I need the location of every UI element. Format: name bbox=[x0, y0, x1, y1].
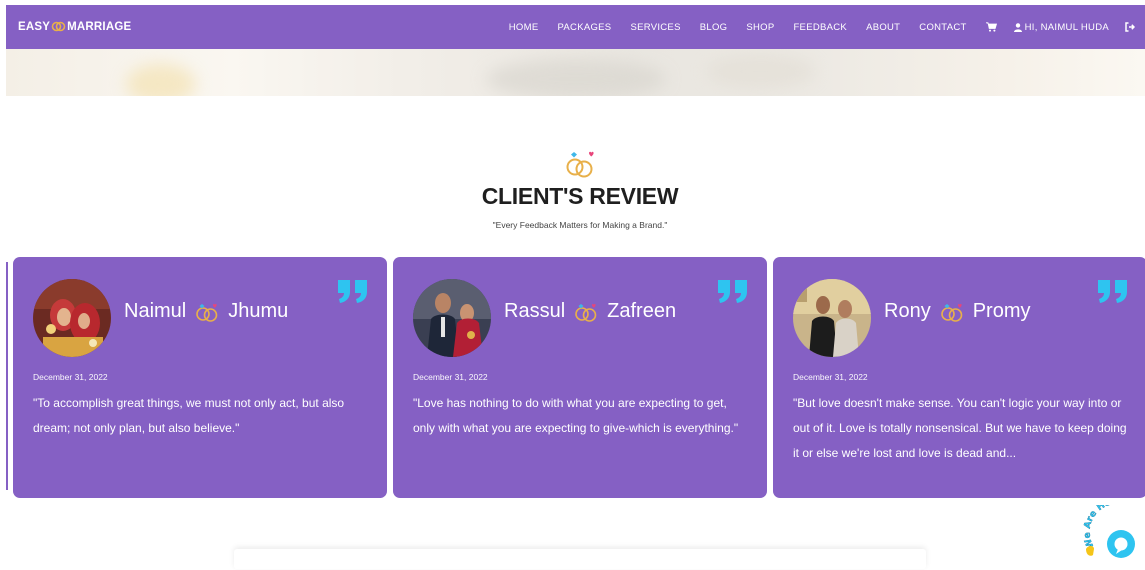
review-text: "Love has nothing to do with what you ar… bbox=[413, 396, 739, 435]
top-navbar: EASY MARRIAGE HOME PACKAGES SERVICES BLO… bbox=[6, 5, 1145, 49]
user-greeting: HI, NAIMUL HUDA bbox=[1024, 21, 1109, 33]
avatar bbox=[413, 279, 491, 357]
hero-image-strip bbox=[6, 49, 1145, 96]
section-title: CLIENT'S REVIEW bbox=[481, 183, 679, 209]
quote-icon bbox=[716, 278, 750, 309]
brand-right-text: MARRIAGE bbox=[67, 21, 132, 33]
review-card: Rassul Zafreen December 31, 2022 "Love h… bbox=[393, 257, 767, 498]
partner-two-name: Jhumu bbox=[228, 300, 289, 322]
user-icon bbox=[1013, 22, 1022, 32]
rings-icon bbox=[562, 148, 598, 185]
carousel-edge bbox=[6, 262, 8, 490]
nav-home-link[interactable]: HOME bbox=[509, 22, 539, 33]
nav-about-link[interactable]: ABOUT bbox=[866, 22, 900, 33]
chat-widget-button[interactable]: We Are Here bbox=[1080, 496, 1145, 565]
partner-one-name: Rony bbox=[884, 300, 931, 322]
couple-names: Rassul Zafreen bbox=[504, 300, 676, 323]
partner-two-name: Zafreen bbox=[607, 300, 677, 322]
next-section-box bbox=[234, 549, 926, 569]
review-date: December 31, 2022 bbox=[33, 372, 108, 382]
quote-icon bbox=[336, 278, 370, 309]
partner-one-name: Naimul bbox=[124, 300, 187, 322]
rings-icon bbox=[51, 20, 66, 35]
rings-icon bbox=[194, 302, 220, 322]
nav-packages-link[interactable]: PACKAGES bbox=[557, 22, 611, 33]
nav-contact-link[interactable]: CONTACT bbox=[919, 22, 966, 33]
review-text: "To accomplish great things, we must not… bbox=[33, 396, 345, 435]
cart-icon[interactable] bbox=[985, 22, 997, 32]
review-card: Naimul Jhumu December 31, 2022 "To accom… bbox=[13, 257, 387, 498]
avatar bbox=[793, 279, 871, 357]
couple-names: Naimul Jhumu bbox=[124, 300, 288, 323]
review-date: December 31, 2022 bbox=[413, 372, 488, 382]
nav-feedback-link[interactable]: FEEDBACK bbox=[793, 22, 847, 33]
nav-services-link[interactable]: SERVICES bbox=[630, 22, 680, 33]
review-text: "But love doesn't make sense. You can't … bbox=[793, 396, 1127, 460]
review-card: Rony Promy December 31, 2022 "But love d… bbox=[773, 257, 1145, 498]
nav-links: HOME PACKAGES SERVICES BLOG SHOP FEEDBAC… bbox=[490, 22, 1135, 33]
logout-icon[interactable] bbox=[1125, 22, 1135, 32]
chat-icon bbox=[1107, 530, 1135, 558]
partner-two-name: Promy bbox=[972, 300, 1031, 322]
nav-blog-link[interactable]: BLOG bbox=[700, 22, 728, 33]
rings-icon bbox=[573, 302, 599, 322]
quote-icon bbox=[1096, 278, 1130, 309]
user-account-link[interactable]: HI, NAIMUL HUDA bbox=[1013, 21, 1109, 33]
brand-logo[interactable]: EASY MARRIAGE bbox=[18, 20, 131, 35]
rings-icon bbox=[939, 302, 965, 322]
nav-shop-link[interactable]: SHOP bbox=[746, 22, 774, 33]
partner-one-name: Rassul bbox=[504, 300, 566, 322]
couple-names: Rony Promy bbox=[884, 300, 1031, 323]
brand-left-text: EASY bbox=[18, 21, 51, 33]
review-date: December 31, 2022 bbox=[793, 372, 868, 382]
avatar bbox=[33, 279, 111, 357]
section-subtitle: "Every Feedback Matters for Making a Bra… bbox=[492, 220, 668, 230]
